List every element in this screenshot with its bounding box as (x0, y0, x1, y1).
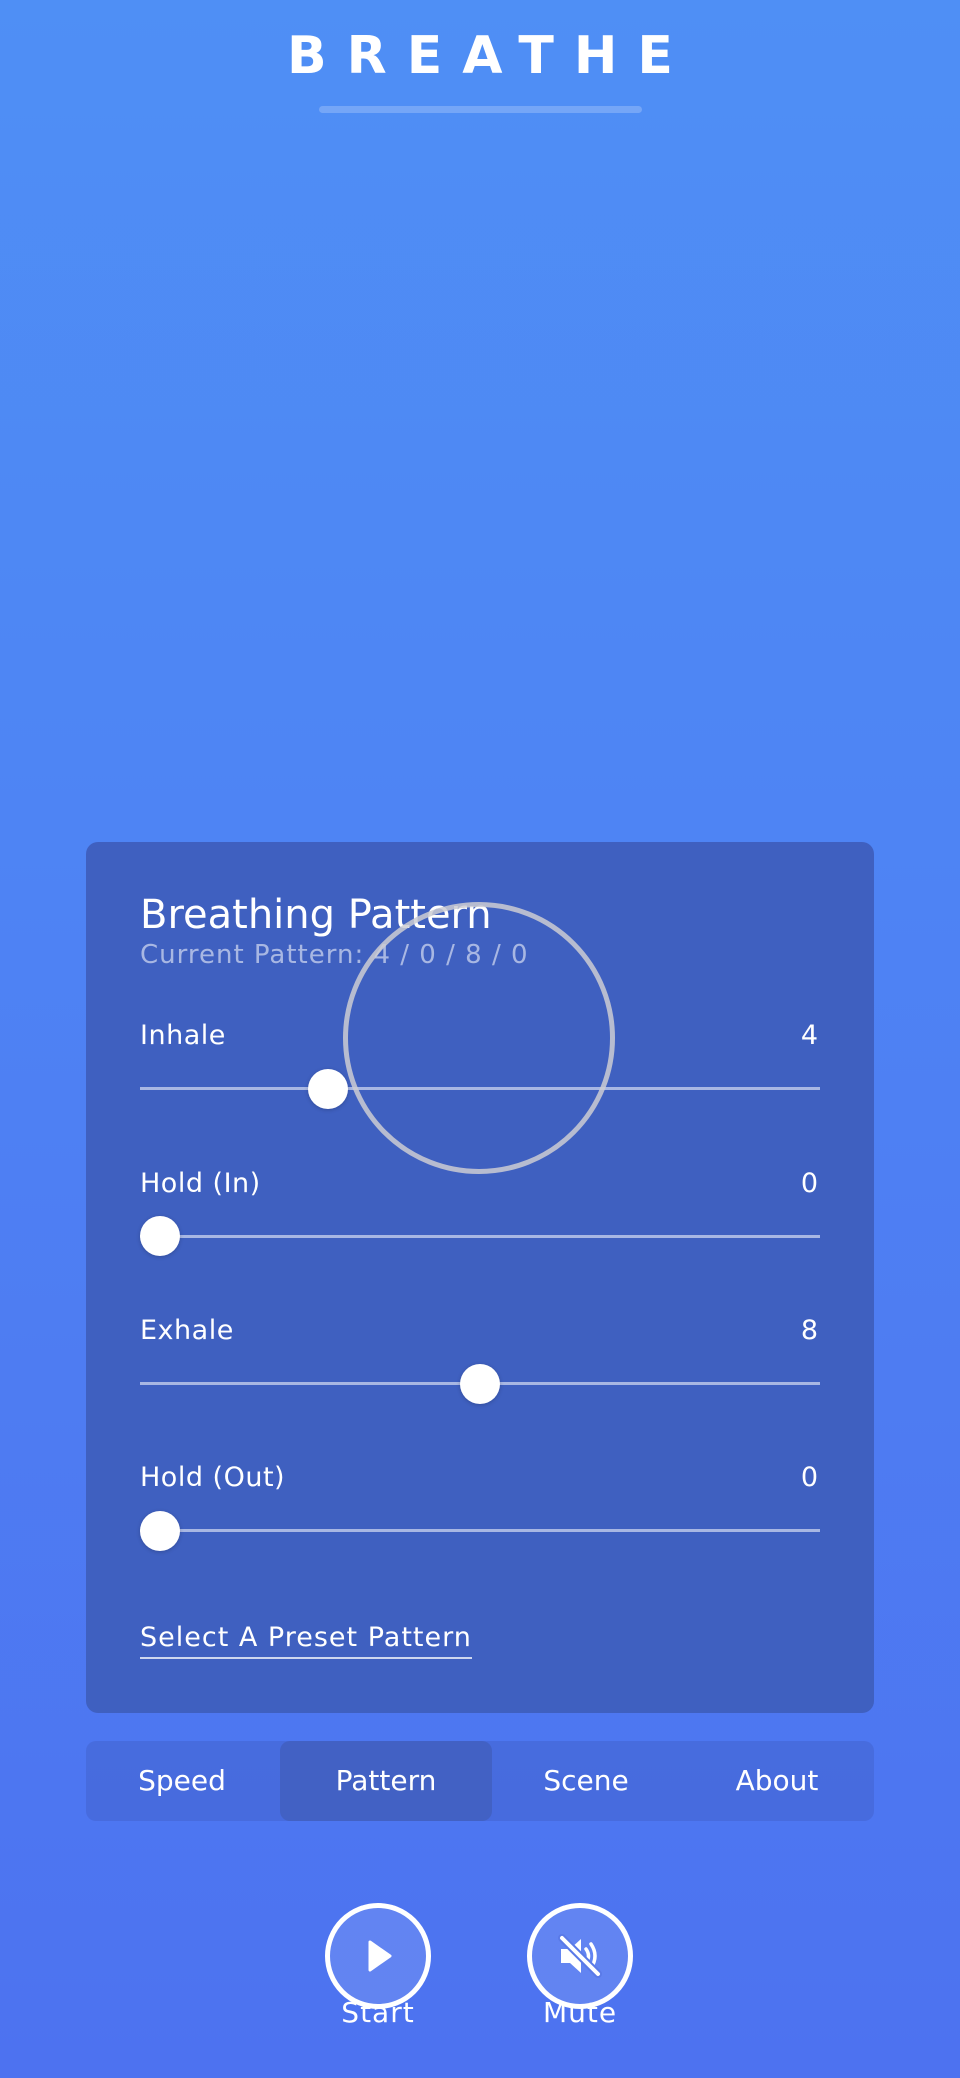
hold-out-label: Hold (Out) (140, 1462, 286, 1493)
hold-out-slider-thumb[interactable] (140, 1511, 180, 1551)
exhale-slider-thumb[interactable] (460, 1364, 500, 1404)
inhale-label: Inhale (140, 1020, 226, 1051)
tab-pattern[interactable]: Pattern (280, 1741, 492, 1821)
hold-out-value: 0 (800, 1462, 818, 1493)
inhale-value: 4 (800, 1020, 818, 1051)
tab-speed[interactable]: Speed (86, 1741, 278, 1821)
breathing-pattern-panel (86, 842, 874, 1713)
start-button[interactable] (325, 1903, 431, 2009)
inhale-slider-track[interactable] (140, 1087, 820, 1090)
play-icon (368, 1940, 392, 1972)
mute-button[interactable] (527, 1903, 633, 2009)
hold-in-slider-track[interactable] (140, 1235, 820, 1238)
hold-in-slider-thumb[interactable] (140, 1216, 180, 1256)
exhale-value: 8 (800, 1315, 818, 1346)
start-label: Start (341, 1996, 415, 2029)
panel-title: Breathing Pattern (140, 892, 492, 938)
tab-about[interactable]: About (680, 1741, 874, 1821)
mute-label: Mute (542, 1996, 618, 2029)
hold-in-value: 0 (800, 1168, 818, 1199)
exhale-label: Exhale (140, 1315, 234, 1346)
current-pattern-text: Current Pattern: 4 / 0 / 8 / 0 (140, 940, 529, 970)
title-underline (319, 106, 642, 113)
select-preset-pattern-link[interactable]: Select A Preset Pattern (140, 1622, 472, 1659)
hold-in-label: Hold (In) (140, 1168, 261, 1199)
tab-scene[interactable]: Scene (492, 1741, 680, 1821)
hold-out-slider-track[interactable] (140, 1529, 820, 1532)
app-title: BREATHE (287, 26, 693, 86)
volume-muted-icon (558, 1934, 602, 1978)
